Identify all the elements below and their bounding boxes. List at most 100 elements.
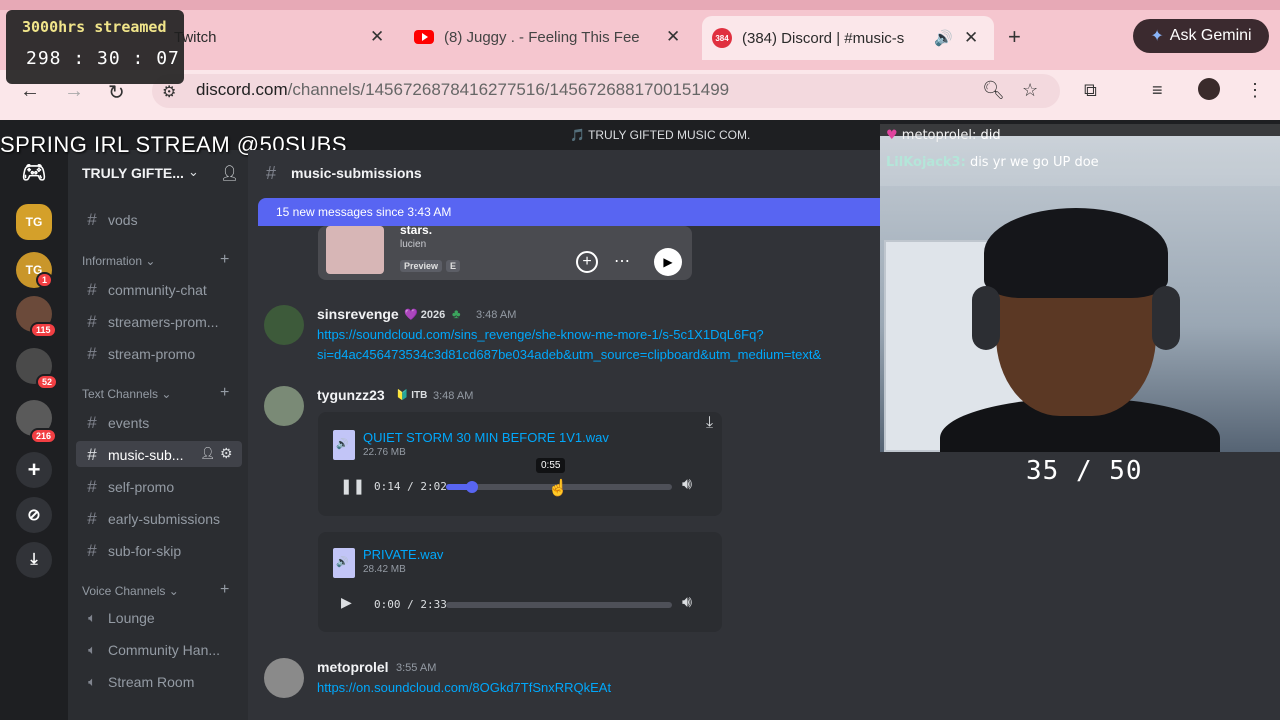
chevron-down-icon[interactable]: ⌄ [188, 164, 199, 180]
role-tag: 💜 2026 [404, 309, 446, 321]
sub-goal-counter: 35 / 50 [1026, 456, 1143, 486]
cast-icon[interactable]: ⧉ [1084, 80, 1097, 101]
message-username[interactable]: sinsrevenge [317, 306, 399, 322]
chat-badge-icon: ♥ [886, 128, 898, 143]
playback-time: 0:00 / 2:33 [374, 598, 447, 611]
gear-icon[interactable]: ⚙ [220, 445, 233, 462]
tab-twitch[interactable]: Twitch ✕ [170, 20, 390, 54]
explore-compass-icon[interactable]: ⊘ [16, 497, 52, 533]
download-icon[interactable]: ⤓ [16, 542, 52, 578]
hash-icon: # [87, 280, 97, 299]
url-text[interactable]: discord.com/channels/1456726878416277516… [196, 80, 729, 100]
seek-tooltip: 0:55 [536, 458, 566, 473]
invite-people-icon[interactable]: 👤︎ [220, 164, 239, 182]
channel-music-submissions[interactable]: # music-sub... [84, 445, 183, 465]
channel-label: sub-for-skip [108, 543, 182, 559]
message-link[interactable]: https://soundcloud.com/sins_revenge/she-… [317, 324, 764, 345]
avatar[interactable] [264, 386, 304, 426]
playback-time: 0:14 / 2:02 [374, 480, 447, 493]
chat-text: did [980, 128, 1001, 143]
attachment-size: 28.42 MB [363, 564, 406, 575]
webcam-person-durag [984, 208, 1168, 298]
hash-icon: # [87, 509, 97, 528]
speaker-icon[interactable]: 🔊 [934, 29, 953, 47]
channel-self-promo[interactable]: # self-promo [84, 477, 174, 497]
site-info-icon[interactable]: ⚙ [162, 82, 176, 102]
voice-lounge[interactable]: 🔈︎ Lounge [84, 610, 155, 626]
voice-community[interactable]: 🔈︎ Community Han... [84, 642, 220, 658]
bookmark-star-icon[interactable]: ☆ [1022, 80, 1038, 101]
chat-text: dis yr we go UP doe [969, 155, 1099, 170]
unread-badge: 52 [36, 374, 59, 390]
category-information[interactable]: Information ⌄ [82, 254, 155, 268]
close-icon[interactable]: ✕ [964, 28, 978, 48]
audio-file-icon [333, 548, 355, 578]
mouse-cursor-icon: ☝ [548, 480, 568, 497]
tab-discord[interactable]: 384 (384) Discord | #music-s 🔊 ✕ [702, 16, 994, 60]
message-timestamp: 3:48 AM [476, 309, 517, 321]
server-name[interactable]: TRULY GIFTE... [82, 165, 184, 181]
ask-gemini-button[interactable]: ✦ Ask Gemini [1133, 19, 1269, 53]
discord-home-icon[interactable]: 🎮︎ [16, 154, 52, 190]
url-host: discord.com [196, 80, 288, 99]
speaker-icon: 🔈︎ [88, 674, 96, 689]
tab-youtube[interactable]: (8) Juggy . - Feeling This Fee ✕ [414, 20, 684, 54]
unread-badge: 216 [30, 428, 58, 444]
play-icon[interactable]: ▶ [341, 594, 352, 611]
avatar[interactable] [264, 305, 304, 345]
close-icon[interactable]: ✕ [666, 27, 680, 47]
hash-icon: # [87, 445, 97, 464]
hash-icon: # [87, 413, 97, 432]
volume-icon[interactable]: 🔊︎ [682, 476, 692, 494]
add-server-icon[interactable]: + [16, 452, 52, 488]
play-icon[interactable]: ▶ [654, 248, 682, 276]
new-messages-bar[interactable]: 15 new messages since 3:43 AM [258, 198, 888, 226]
more-icon[interactable]: ⋯ [614, 251, 630, 271]
download-icon[interactable]: ⤓ [706, 414, 713, 432]
gemini-label: Ask Gemini [1169, 27, 1252, 44]
seek-bar[interactable] [446, 602, 672, 608]
media-control-icon[interactable]: ≡ [1152, 80, 1163, 101]
message-username[interactable]: tygunzz23 [317, 387, 385, 403]
attachment-filename[interactable]: QUIET STORM 30 MIN BEFORE 1V1.wav [363, 430, 609, 445]
channel-events[interactable]: # events [84, 413, 149, 433]
add-channel-icon[interactable]: + [220, 251, 229, 269]
speaker-icon: 🔈︎ [88, 610, 96, 625]
voice-stream-room[interactable]: 🔈︎ Stream Room [84, 674, 194, 690]
channel-community-chat[interactable]: # community-chat [84, 280, 207, 300]
attachment-filename[interactable]: PRIVATE.wav [363, 547, 443, 562]
category-voice-channels[interactable]: Voice Channels ⌄ [82, 584, 179, 598]
message-link[interactable]: https://on.soundcloud.com/8OGkd7TfSnxRRQ… [317, 677, 611, 698]
close-icon[interactable]: ✕ [370, 27, 384, 47]
headset-icon [972, 286, 1000, 350]
message-timestamp: 3:55 AM [396, 662, 437, 674]
invite-icon[interactable]: 👤︎ [200, 446, 215, 460]
new-tab-button[interactable]: + [1008, 24, 1021, 50]
add-channel-icon[interactable]: + [220, 384, 229, 402]
volume-icon[interactable]: 🔊︎ [682, 594, 692, 612]
channel-early-submissions[interactable]: # early-submissions [84, 509, 220, 529]
channel-streamers-promo[interactable]: # streamers-prom... [84, 312, 218, 332]
channel-sub-for-skip[interactable]: # sub-for-skip [84, 541, 181, 561]
add-channel-icon[interactable]: + [220, 581, 229, 599]
gemini-icon: ✦ [1150, 28, 1164, 45]
message-link[interactable]: si=d4ac456473534c3d81cd687be034adeb&utm_… [317, 344, 879, 365]
message-username[interactable]: metoprolel [317, 659, 389, 675]
hash-icon: # [87, 477, 97, 496]
server-icon-tg[interactable]: TG [16, 204, 52, 240]
category-label: Information [82, 254, 143, 268]
avatar[interactable] [264, 658, 304, 698]
chat-user: LilKojack3: [886, 155, 966, 170]
tabbar-top-strip [0, 0, 1280, 10]
pause-icon[interactable]: ❚❚ [340, 477, 365, 495]
chat-user: metoprolel: [901, 128, 977, 143]
role-tag-text: 2026 [420, 309, 446, 321]
kebab-menu-icon[interactable]: ⋮ [1246, 80, 1264, 101]
seek-knob[interactable] [465, 481, 478, 493]
zoom-icon[interactable]: 🔍︎ [982, 80, 1005, 101]
add-icon[interactable]: + [576, 251, 598, 273]
channel-stream-promo[interactable]: # stream-promo [84, 344, 195, 364]
category-text-channels[interactable]: Text Channels ⌄ [82, 387, 171, 401]
profile-avatar[interactable] [1198, 78, 1220, 100]
channel-vods[interactable]: # vods [84, 210, 137, 230]
